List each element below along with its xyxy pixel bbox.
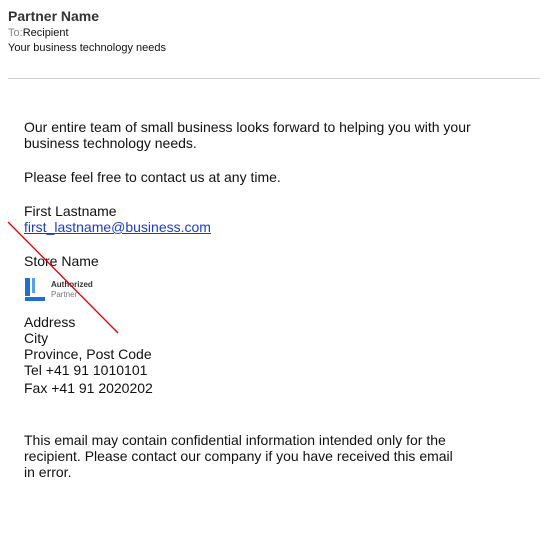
tel-line: Tel +41 91 1010101 (24, 362, 148, 378)
address-block: Address City Province, Post Code Tel +41… (24, 314, 534, 396)
email-body: Our entire team of small business looks … (24, 119, 534, 480)
disclaimer-line-1: This email may contain confidential info… (24, 432, 446, 448)
intro-line-2: business technology needs. (24, 135, 197, 151)
intro-paragraph: Our entire team of small business looks … (24, 119, 534, 151)
authorized-partner-badge: Authorized Partner (24, 275, 534, 305)
intro-line-1: Our entire team of small business looks … (24, 119, 471, 135)
disclaimer-line-3: in error. (24, 464, 72, 480)
fax-line: Fax +41 91 2020202 (24, 380, 153, 396)
email-header: Partner Name To:Recipient Your business … (8, 8, 548, 55)
address-line: Address (24, 314, 76, 330)
city-line: City (24, 330, 49, 346)
sender-name: Partner Name (8, 8, 100, 24)
signature-name: First Lastname (24, 203, 117, 219)
disclaimer-paragraph: This email may contain confidential info… (24, 432, 534, 480)
contact-paragraph: Please feel free to contact us at any ti… (24, 169, 281, 185)
disclaimer-line-2: recipient. Please contact our company if… (24, 448, 453, 464)
signature: First Lastname first_lastname@business.c… (24, 203, 534, 396)
badge-text: Authorized Partner (51, 280, 93, 300)
province-line: Province, Post Code (24, 346, 152, 362)
badge-line-2: Partner (51, 290, 78, 299)
recipient-line: To:Recipient (8, 26, 548, 40)
to-label: To: (8, 27, 23, 39)
badge-line-1: Authorized (51, 280, 93, 289)
signature-email-link[interactable]: first_lastname@business.com (24, 219, 211, 235)
recipient-name: Recipient (22, 27, 69, 39)
store-name: Store Name (24, 253, 99, 269)
email-subject: Your business technology needs (8, 42, 166, 54)
authorized-partner-logo-icon (25, 278, 45, 301)
header-divider (8, 78, 540, 79)
